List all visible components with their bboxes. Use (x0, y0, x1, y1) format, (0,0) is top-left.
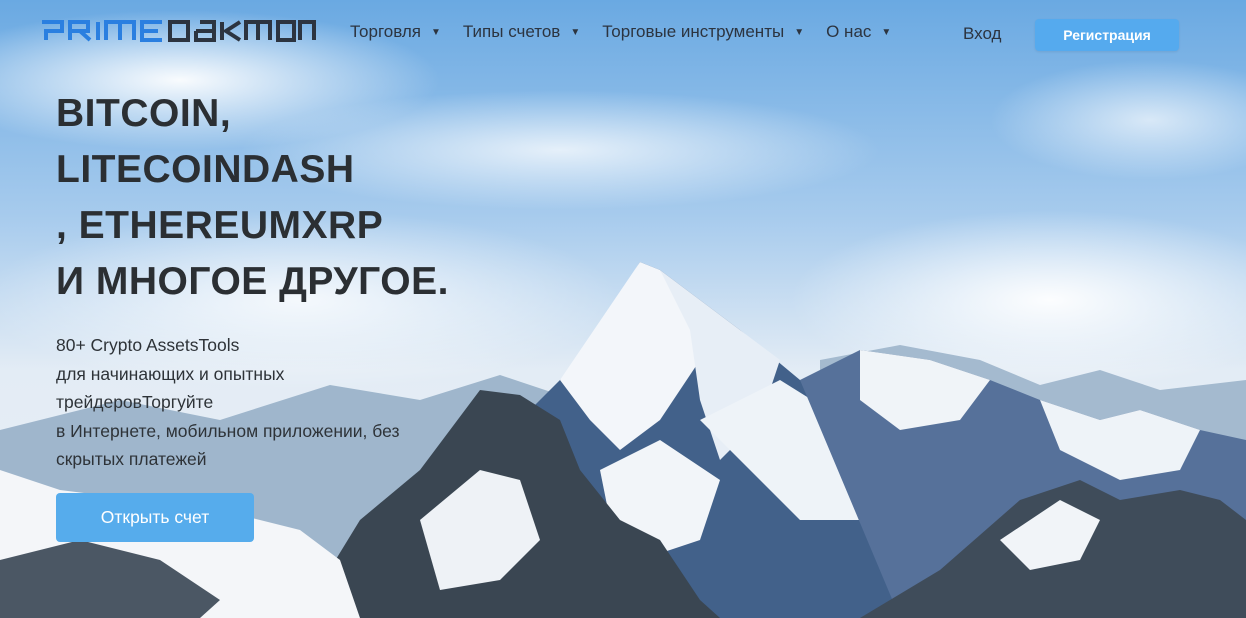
signup-button[interactable]: Регистрация (1035, 19, 1179, 51)
login-link[interactable]: Вход (963, 24, 1001, 44)
hero-subtitle-line: для начинающих и опытных (56, 363, 285, 384)
nav-item-trading-tools[interactable]: Торговые инструменты ▼ (602, 22, 804, 42)
nav-item-label: Торговые инструменты (602, 22, 785, 41)
nav-item-about[interactable]: О нас ▼ (826, 22, 891, 42)
primeoakmont-logo-icon (42, 20, 316, 42)
caret-down-icon: ▼ (431, 26, 441, 38)
caret-down-icon: ▼ (881, 26, 892, 38)
nav-item-label: О нас (826, 22, 872, 41)
hero-title-line: BITCOIN, (56, 92, 232, 135)
open-account-button[interactable]: Открыть счет (56, 493, 254, 542)
hero-title-line: И МНОГОЕ ДРУГОЕ. (56, 260, 449, 303)
nav-item-label: Типы счетов (462, 22, 561, 41)
nav-item-account-types[interactable]: Типы счетов ▼ (463, 22, 580, 42)
hero-subtitle-line: скрытых платежей (56, 449, 207, 470)
caret-down-icon: ▼ (794, 26, 805, 38)
main-nav: Торговля ▼ Типы счетов ▼ Торговые инстру… (350, 22, 913, 42)
site-header: Торговля ▼ Типы счетов ▼ Торговые инстру… (0, 0, 1246, 70)
nav-item-label: Торговля (350, 22, 422, 41)
caret-down-icon: ▼ (570, 26, 581, 38)
brand-logo[interactable] (40, 18, 322, 44)
hero-subtitle-line: 80+ Crypto AssetsTools (56, 335, 240, 355)
hero-title-line: LITECOINDASH (56, 148, 355, 191)
nav-item-trading[interactable]: Торговля ▼ (350, 22, 441, 42)
hero-subtitle-line: в Интернете, мобильном приложении, без (56, 420, 400, 441)
hero-subtitle-line: трейдеровТоргуйте (56, 392, 214, 413)
hero-subtitle: 80+ Crypto AssetsTools для начинающих и … (56, 331, 399, 474)
hero-title-line: , ETHEREUMXRP (56, 204, 384, 247)
hero-title: BITCOIN, LITECOINDASH , ETHEREUMXRP И МН… (56, 86, 449, 310)
